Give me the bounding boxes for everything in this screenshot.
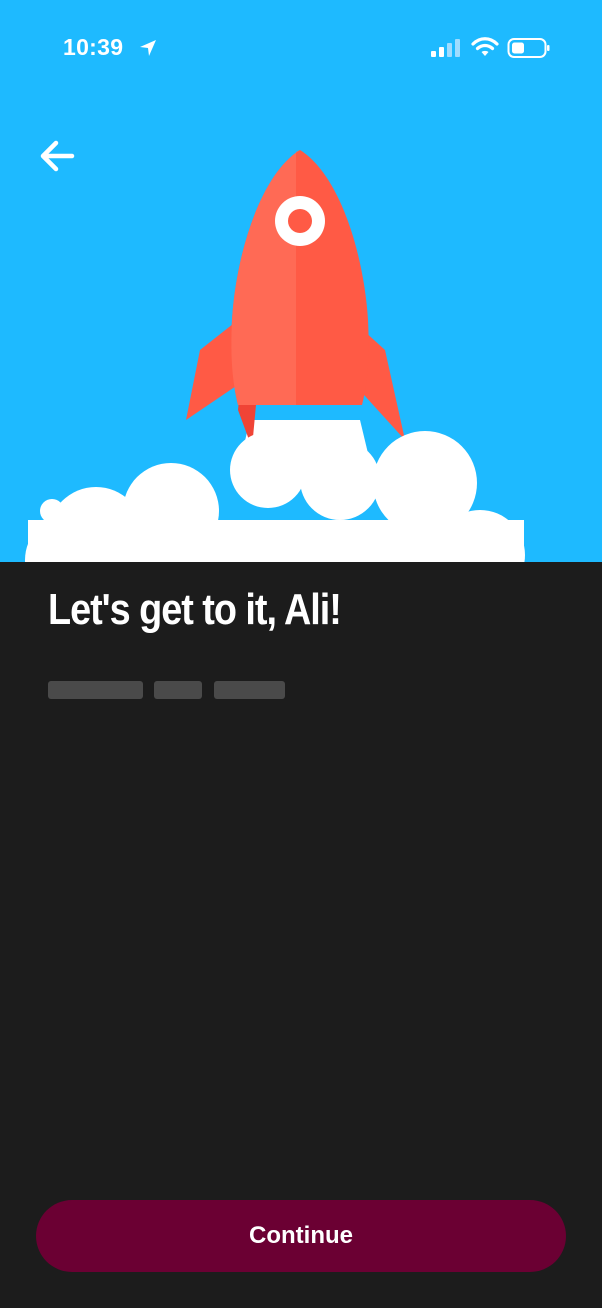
cellular-signal-icon [431, 39, 460, 57]
page-title: Let's get to it, Ali! [48, 585, 342, 634]
battery-icon [507, 38, 550, 58]
status-time: 10:39 [63, 34, 124, 60]
hero-banner: 10:39 [0, 0, 602, 562]
location-arrow-icon [140, 40, 156, 56]
status-bar: 10:39 [0, 0, 602, 100]
arrow-left-icon [40, 140, 75, 172]
wifi-icon [471, 37, 499, 56]
continue-button[interactable]: Continue [36, 1200, 566, 1272]
loading-placeholder [214, 681, 285, 699]
back-button[interactable] [34, 132, 82, 180]
loading-placeholder [48, 681, 143, 699]
continue-button-label: Continue [249, 1222, 353, 1249]
loading-placeholder [154, 681, 202, 699]
